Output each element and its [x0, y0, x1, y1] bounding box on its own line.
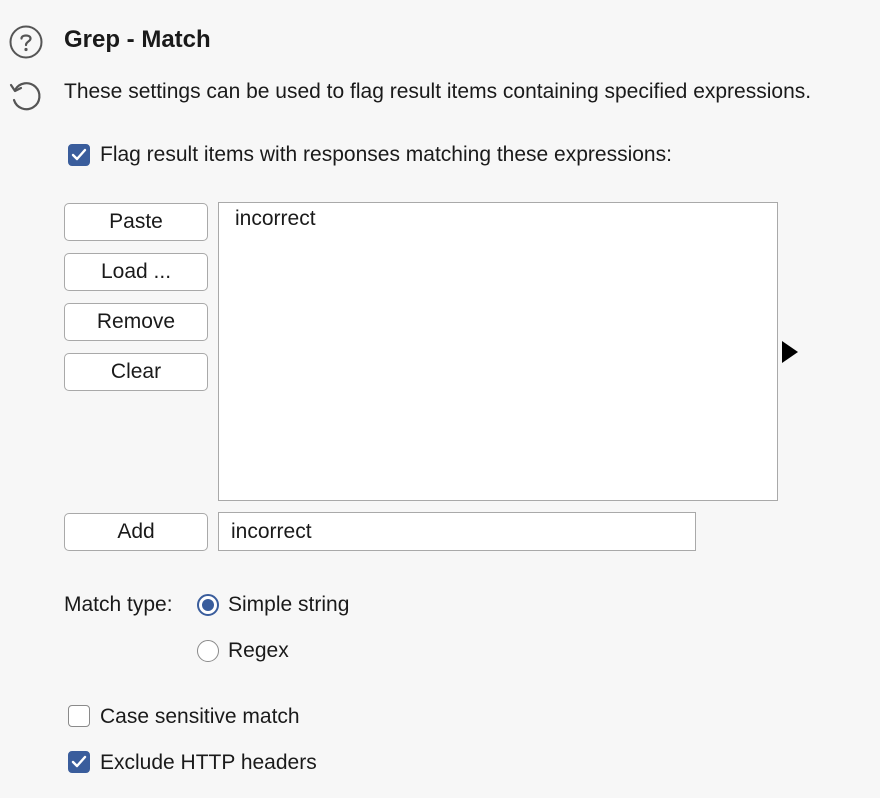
add-button[interactable]: Add: [64, 513, 208, 551]
check-icon: [71, 755, 87, 768]
restore-defaults-icon[interactable]: [7, 78, 43, 114]
case-sensitive-checkbox[interactable]: [68, 705, 90, 727]
help-icon[interactable]: [8, 24, 44, 60]
match-type-label: Match type:: [64, 593, 173, 616]
simple-string-radio[interactable]: [197, 594, 219, 616]
check-icon: [71, 148, 87, 161]
page-title: Grep - Match: [64, 26, 211, 53]
expressions-list[interactable]: incorrect: [218, 202, 778, 501]
expand-arrow-icon[interactable]: [782, 341, 798, 363]
simple-string-label[interactable]: Simple string: [228, 593, 349, 617]
paste-button[interactable]: Paste: [64, 203, 208, 241]
exclude-headers-label[interactable]: Exclude HTTP headers: [100, 751, 317, 775]
flag-results-label[interactable]: Flag result items with responses matchin…: [100, 143, 672, 167]
case-sensitive-label[interactable]: Case sensitive match: [100, 705, 300, 729]
exclude-headers-checkbox[interactable]: [68, 751, 90, 773]
list-item[interactable]: incorrect: [235, 207, 316, 231]
remove-button[interactable]: Remove: [64, 303, 208, 341]
flag-results-checkbox[interactable]: [68, 144, 90, 166]
regex-label[interactable]: Regex: [228, 639, 289, 663]
regex-radio[interactable]: [197, 640, 219, 662]
clear-button[interactable]: Clear: [64, 353, 208, 391]
page-description: These settings can be used to flag resul…: [64, 80, 812, 103]
add-expression-input[interactable]: [218, 512, 696, 551]
load-button[interactable]: Load ...: [64, 253, 208, 291]
grep-match-panel: Grep - Match These settings can be used …: [0, 0, 880, 798]
